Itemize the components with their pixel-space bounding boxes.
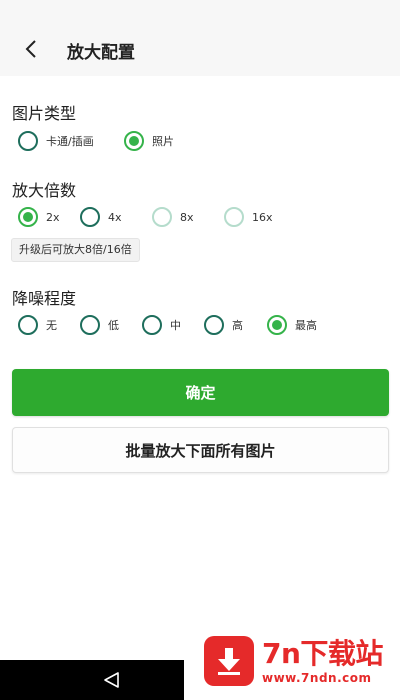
chevron-left-icon bbox=[25, 40, 36, 58]
confirm-button[interactable]: 确定 bbox=[12, 369, 389, 416]
scale-8x-radio[interactable]: 8x bbox=[152, 207, 224, 227]
radio-circle-disabled bbox=[224, 207, 244, 227]
radio-label: 照片 bbox=[152, 135, 174, 148]
denoise-highest-radio[interactable]: 最高 bbox=[267, 315, 317, 335]
denoise-none-radio[interactable]: 无 bbox=[18, 315, 80, 335]
batch-enlarge-button[interactable]: 批量放大下面所有图片 bbox=[12, 427, 389, 473]
radio-label: 无 bbox=[46, 319, 57, 332]
radio-circle-disabled bbox=[152, 207, 172, 227]
radio-circle bbox=[80, 315, 100, 335]
radio-circle-checked bbox=[18, 207, 38, 227]
radio-label: 低 bbox=[108, 319, 119, 332]
radio-circle bbox=[204, 315, 224, 335]
radio-label: 4x bbox=[108, 210, 122, 224]
site-watermark: 7n下载站 www.7ndn.com bbox=[184, 616, 400, 700]
radio-label: 2x bbox=[46, 210, 60, 224]
upgrade-tip[interactable]: 升级后可放大8倍/16倍 bbox=[11, 238, 140, 262]
nav-back-button[interactable] bbox=[100, 670, 122, 690]
scale-2x-radio[interactable]: 2x bbox=[18, 207, 80, 227]
scale-16x-radio[interactable]: 16x bbox=[224, 207, 273, 227]
radio-circle-checked bbox=[124, 131, 144, 151]
radio-label: 8x bbox=[180, 210, 194, 224]
scale-title: 放大倍数 bbox=[12, 181, 77, 200]
image-type-title: 图片类型 bbox=[12, 104, 77, 123]
image-type-photo-radio[interactable]: 照片 bbox=[124, 131, 174, 151]
radio-circle bbox=[80, 207, 100, 227]
back-button[interactable] bbox=[18, 36, 44, 62]
header: 放大配置 bbox=[0, 0, 400, 76]
image-type-group: 卡通/插画 照片 bbox=[18, 131, 174, 151]
radio-label: 高 bbox=[232, 319, 243, 332]
watermark-name: 7n下载站 bbox=[262, 637, 383, 670]
radio-circle bbox=[18, 131, 38, 151]
image-type-cartoon-radio[interactable]: 卡通/插画 bbox=[18, 131, 124, 151]
watermark-url: www.7ndn.com bbox=[262, 671, 372, 685]
scale-group: 2x 4x 8x 16x bbox=[18, 207, 273, 227]
radio-circle-checked bbox=[267, 315, 287, 335]
download-arrow-icon bbox=[204, 636, 254, 686]
radio-circle bbox=[18, 315, 38, 335]
scale-4x-radio[interactable]: 4x bbox=[80, 207, 152, 227]
radio-label: 中 bbox=[170, 319, 181, 332]
denoise-title: 降噪程度 bbox=[12, 289, 77, 308]
radio-circle bbox=[142, 315, 162, 335]
denoise-low-radio[interactable]: 低 bbox=[80, 315, 142, 335]
denoise-group: 无 低 中 高 最高 bbox=[18, 315, 317, 335]
page-title: 放大配置 bbox=[67, 43, 135, 63]
denoise-medium-radio[interactable]: 中 bbox=[142, 315, 204, 335]
radio-label: 最高 bbox=[295, 319, 317, 332]
radio-label: 16x bbox=[252, 210, 273, 224]
radio-label: 卡通/插画 bbox=[46, 135, 94, 148]
triangle-back-icon bbox=[104, 672, 119, 688]
denoise-high-radio[interactable]: 高 bbox=[204, 315, 267, 335]
